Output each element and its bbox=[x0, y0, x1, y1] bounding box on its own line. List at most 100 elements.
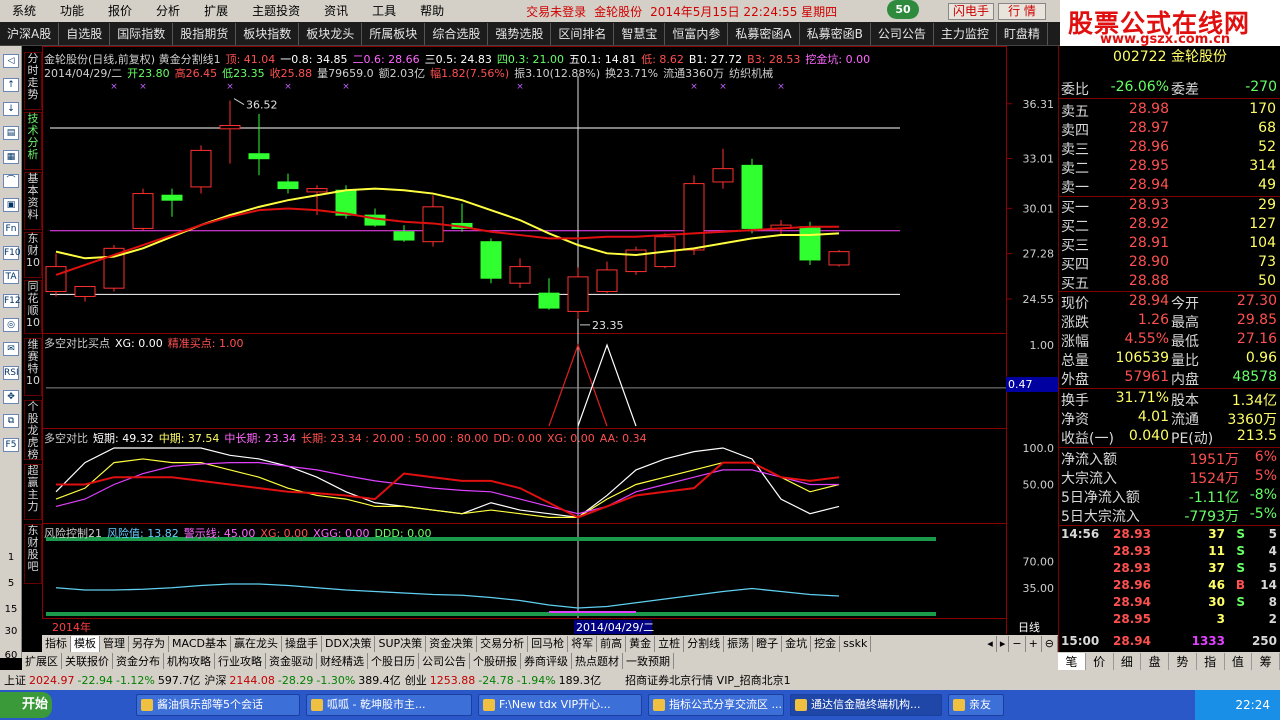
left-tool-icon-12[interactable]: ✉ bbox=[3, 342, 19, 356]
indicator-tab-15[interactable]: 立桩 bbox=[655, 635, 685, 652]
toolbar-item-2[interactable]: 国际指数 bbox=[110, 22, 174, 45]
menu-item-5[interactable]: 主题投资 bbox=[240, 0, 312, 22]
left-tab-4[interactable]: 同花顺10 bbox=[24, 280, 42, 334]
indicator-tab-1[interactable]: 模板 bbox=[71, 635, 100, 652]
left-tab-2[interactable]: 基本资料 bbox=[24, 172, 42, 230]
taskbar-task-4[interactable]: 通达信金融终端机构... bbox=[790, 694, 942, 716]
indicator-tab-7[interactable]: DDX决策 bbox=[322, 635, 376, 652]
indicator-nav-button-3[interactable]: + bbox=[1026, 635, 1042, 652]
taskbar-task-5[interactable]: 亲友 bbox=[948, 694, 1004, 716]
indicator-nav-button-2[interactable]: − bbox=[1009, 635, 1026, 652]
left-tab-1[interactable]: 技术分析 bbox=[24, 112, 42, 170]
toolbar-item-15[interactable]: 主力监控 bbox=[934, 22, 997, 45]
left-tool-icon-6[interactable]: ▣ bbox=[3, 198, 19, 212]
toolbar-item-6[interactable]: 所属板块 bbox=[362, 22, 426, 45]
right-tab-2[interactable]: 细 bbox=[1114, 652, 1142, 670]
start-button[interactable]: 开始 bbox=[0, 692, 52, 718]
toolbar-item-9[interactable]: 区间排名 bbox=[551, 22, 615, 45]
period-number-5[interactable]: 5 bbox=[2, 578, 20, 589]
left-tool-icon-9[interactable]: TA bbox=[3, 270, 19, 284]
left-tab-8[interactable]: 东财股吧 bbox=[24, 524, 42, 584]
indicator-nav-button-4[interactable]: ⊖ bbox=[1042, 635, 1058, 652]
indicator-tab-14[interactable]: 黄金 bbox=[626, 635, 656, 652]
left-tool-icon-7[interactable]: Fn bbox=[3, 222, 19, 236]
extension-tab-12[interactable]: 一致预期 bbox=[623, 653, 674, 669]
left-tool-icon-15[interactable]: ⧉ bbox=[3, 414, 19, 428]
left-tool-icon-8[interactable]: F10 bbox=[3, 246, 21, 260]
indicator-tab-18[interactable]: 瞪子 bbox=[753, 635, 783, 652]
left-tool-icon-13[interactable]: RSI bbox=[3, 366, 19, 380]
toolbar-item-0[interactable]: 沪深A股 bbox=[0, 22, 60, 45]
quote-button[interactable]: 行 情 bbox=[998, 3, 1046, 20]
indicator-tab-9[interactable]: 资金决策 bbox=[426, 635, 478, 652]
left-tab-5[interactable]: 维赛特10 bbox=[24, 338, 42, 396]
indicator-tab-0[interactable]: 指标 bbox=[42, 635, 71, 652]
menu-item-3[interactable]: 分析 bbox=[144, 0, 192, 22]
indicator-tab-17[interactable]: 振荡 bbox=[724, 635, 754, 652]
extension-tab-11[interactable]: 热点题材 bbox=[572, 653, 623, 669]
toolbar-item-8[interactable]: 强势选股 bbox=[488, 22, 552, 45]
period-number-15[interactable]: 15 bbox=[2, 604, 20, 615]
extension-tab-7[interactable]: 个股日历 bbox=[368, 653, 419, 669]
menu-item-4[interactable]: 扩展 bbox=[192, 0, 240, 22]
left-tab-3[interactable]: 东财10 bbox=[24, 232, 42, 278]
left-tool-icon-4[interactable]: ▦ bbox=[3, 150, 19, 164]
indicator-tab-3[interactable]: 另存为 bbox=[129, 635, 169, 652]
left-tab-6[interactable]: 个股龙虎榜 bbox=[24, 400, 42, 461]
toolbar-item-12[interactable]: 私募密函A bbox=[728, 22, 800, 45]
login-status[interactable]: 交易未登录 bbox=[526, 3, 586, 20]
period-number-60[interactable]: 60 bbox=[2, 650, 20, 661]
indicator-tab-21[interactable]: sskk bbox=[840, 635, 872, 652]
indicator-tab-11[interactable]: 回马枪 bbox=[528, 635, 569, 652]
extension-tab-10[interactable]: 券商评级 bbox=[521, 653, 572, 669]
right-tab-3[interactable]: 盘 bbox=[1141, 652, 1169, 670]
indicator-tab-4[interactable]: MACD基本 bbox=[169, 635, 231, 652]
toolbar-item-5[interactable]: 板块龙头 bbox=[299, 22, 363, 45]
flash-trade-button[interactable]: 闪电手 bbox=[948, 3, 994, 20]
indicator-tab-8[interactable]: SUP决策 bbox=[375, 635, 427, 652]
network-badge[interactable]: 50 bbox=[887, 0, 919, 19]
extension-tab-4[interactable]: 行业攻略 bbox=[215, 653, 266, 669]
taskbar-task-2[interactable]: F:\New tdx VIP开心... bbox=[478, 694, 642, 716]
left-tool-icon-2[interactable]: ↓ bbox=[3, 102, 19, 116]
indicator-tab-2[interactable]: 管理 bbox=[100, 635, 129, 652]
indicator-tab-19[interactable]: 金坑 bbox=[782, 635, 812, 652]
toolbar-item-10[interactable]: 智慧宝 bbox=[614, 22, 666, 45]
right-tab-4[interactable]: 势 bbox=[1169, 652, 1197, 670]
menu-item-0[interactable]: 系统 bbox=[0, 0, 48, 22]
indicator-nav-button-1[interactable]: ▸ bbox=[997, 635, 1010, 652]
left-tool-icon-16[interactable]: F5 bbox=[3, 438, 19, 452]
left-tool-icon-14[interactable]: ✥ bbox=[3, 390, 19, 404]
left-tool-icon-11[interactable]: ◎ bbox=[3, 318, 19, 332]
menu-item-7[interactable]: 工具 bbox=[360, 0, 408, 22]
extension-tab-1[interactable]: 关联报价 bbox=[62, 653, 113, 669]
toolbar-item-1[interactable]: 自选股 bbox=[59, 22, 111, 45]
menu-item-6[interactable]: 资讯 bbox=[312, 0, 360, 22]
toolbar-item-14[interactable]: 公司公告 bbox=[871, 22, 934, 45]
toolbar-item-7[interactable]: 综合选股 bbox=[425, 22, 489, 45]
indicator-tab-5[interactable]: 赢在龙头 bbox=[231, 635, 282, 652]
left-tab-7[interactable]: 超赢主力 bbox=[24, 464, 42, 520]
taskbar-task-0[interactable]: 酱油俱乐部等5个会话 bbox=[136, 694, 300, 716]
period-number-30[interactable]: 30 bbox=[2, 626, 20, 637]
right-tab-5[interactable]: 指 bbox=[1197, 652, 1225, 670]
extension-tab-9[interactable]: 个股研报 bbox=[470, 653, 521, 669]
right-tab-7[interactable]: 筹 bbox=[1252, 652, 1280, 670]
extension-tab-5[interactable]: 资金驱动 bbox=[266, 653, 317, 669]
toolbar-item-16[interactable]: 盯盘精 bbox=[997, 22, 1048, 45]
extension-tab-0[interactable]: 扩展区 bbox=[22, 653, 62, 669]
period-number-1[interactable]: 1 bbox=[2, 552, 20, 563]
left-tool-icon-5[interactable]: ⌒ bbox=[3, 174, 19, 188]
indicator-tab-13[interactable]: 前高 bbox=[597, 635, 627, 652]
indicator-tab-12[interactable]: 将军 bbox=[568, 635, 598, 652]
extension-tab-2[interactable]: 资金分布 bbox=[113, 653, 164, 669]
taskbar-task-3[interactable]: 指标公式分享交流区 ... bbox=[648, 694, 784, 716]
toolbar-item-3[interactable]: 股指期货 bbox=[173, 22, 237, 45]
menu-item-2[interactable]: 报价 bbox=[96, 0, 144, 22]
menu-item-1[interactable]: 功能 bbox=[48, 0, 96, 22]
left-tool-icon-0[interactable]: ◁ bbox=[3, 54, 19, 68]
indicator-tab-20[interactable]: 挖金 bbox=[811, 635, 841, 652]
indicator-nav-button-0[interactable]: ◂ bbox=[984, 635, 997, 652]
right-tab-0[interactable]: 笔 bbox=[1058, 652, 1086, 670]
extension-tab-3[interactable]: 机构攻略 bbox=[164, 653, 215, 669]
